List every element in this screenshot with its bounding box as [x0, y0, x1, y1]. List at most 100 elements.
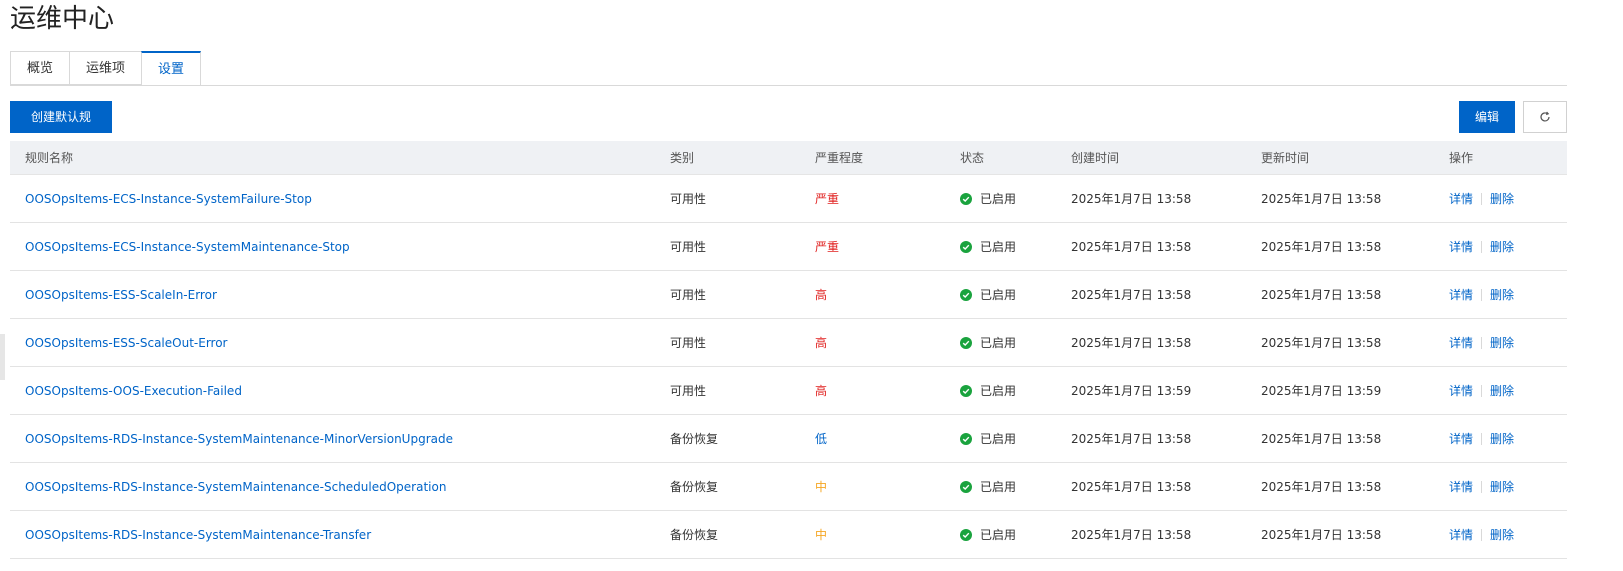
category-cell: 可用性	[670, 288, 707, 302]
severity-cell: 严重	[815, 192, 840, 206]
actions-cell: 详情 删除	[1434, 286, 1567, 303]
actions-cell: 详情 删除	[1434, 526, 1567, 543]
check-circle-icon	[960, 480, 972, 493]
delete-link[interactable]: 删除	[1490, 478, 1514, 495]
status-cell: 已启用	[945, 430, 1056, 447]
refresh-button[interactable]	[1523, 101, 1567, 133]
action-separator	[1481, 336, 1483, 349]
updated-time-cell: 2025年1月7日 13:58	[1261, 192, 1382, 206]
rules-table: 规则名称 类别 严重程度 状态 创建时间 更新时间 操作 OOSOpsItems…	[10, 141, 1567, 559]
status-cell: 已启用	[945, 478, 1056, 495]
table-row: OOSOpsItems-ESS-ScaleIn-Error 可用性 高 已启用 …	[10, 271, 1567, 319]
action-separator	[1481, 288, 1483, 301]
table-row: OOSOpsItems-RDS-Instance-SystemMaintenan…	[10, 415, 1567, 463]
check-circle-icon	[960, 384, 972, 397]
tab-ops-items[interactable]: 运维项	[69, 51, 142, 85]
created-time-cell: 2025年1月7日 13:58	[1071, 480, 1192, 494]
check-circle-icon	[960, 288, 972, 301]
updated-time-cell: 2025年1月7日 13:58	[1261, 528, 1382, 542]
status-text: 已启用	[980, 432, 1017, 446]
table-header: 规则名称 类别 严重程度 状态 创建时间 更新时间 操作	[10, 141, 1567, 175]
status-text: 已启用	[980, 240, 1017, 254]
side-collapse-handle[interactable]	[0, 334, 5, 380]
actions-cell: 详情 删除	[1434, 190, 1567, 207]
table-row: OOSOpsItems-ECS-Instance-SystemMaintenan…	[10, 223, 1567, 271]
actions-cell: 详情 删除	[1434, 430, 1567, 447]
details-link[interactable]: 详情	[1449, 334, 1473, 351]
status-text: 已启用	[980, 480, 1017, 494]
table-body: OOSOpsItems-ECS-Instance-SystemFailure-S…	[10, 175, 1567, 559]
severity-cell: 高	[815, 336, 828, 350]
delete-link[interactable]: 删除	[1490, 190, 1514, 207]
details-link[interactable]: 详情	[1449, 286, 1473, 303]
delete-link[interactable]: 删除	[1490, 286, 1514, 303]
details-link[interactable]: 详情	[1449, 190, 1473, 207]
details-link[interactable]: 详情	[1449, 382, 1473, 399]
details-link[interactable]: 详情	[1449, 526, 1473, 543]
updated-time-cell: 2025年1月7日 13:58	[1261, 336, 1382, 350]
rule-name-link[interactable]: OOSOpsItems-RDS-Instance-SystemMaintenan…	[10, 480, 655, 494]
action-separator	[1481, 480, 1483, 493]
header-created-time: 创建时间	[1071, 151, 1120, 165]
updated-time-cell: 2025年1月7日 13:59	[1261, 384, 1382, 398]
created-time-cell: 2025年1月7日 13:58	[1071, 336, 1192, 350]
check-circle-icon	[960, 528, 972, 541]
page-title: 运维中心	[10, 4, 115, 34]
check-circle-icon	[960, 336, 972, 349]
tab-settings[interactable]: 设置	[141, 51, 202, 86]
status-text: 已启用	[980, 192, 1017, 206]
action-separator	[1481, 240, 1483, 253]
severity-cell: 严重	[815, 240, 840, 254]
rule-name-link[interactable]: OOSOpsItems-ECS-Instance-SystemMaintenan…	[10, 240, 655, 254]
status-cell: 已启用	[945, 526, 1056, 543]
status-cell: 已启用	[945, 286, 1056, 303]
edit-button[interactable]: 编辑	[1459, 101, 1515, 133]
details-link[interactable]: 详情	[1449, 238, 1473, 255]
status-cell: 已启用	[945, 382, 1056, 399]
category-cell: 备份恢复	[670, 480, 719, 494]
updated-time-cell: 2025年1月7日 13:58	[1261, 240, 1382, 254]
delete-link[interactable]: 删除	[1490, 526, 1514, 543]
action-separator	[1481, 192, 1483, 205]
table-row: OOSOpsItems-RDS-Instance-SystemMaintenan…	[10, 511, 1567, 559]
severity-cell: 高	[815, 384, 828, 398]
rule-name-link[interactable]: OOSOpsItems-RDS-Instance-SystemMaintenan…	[10, 432, 655, 446]
table-row: OOSOpsItems-ECS-Instance-SystemFailure-S…	[10, 175, 1567, 223]
check-circle-icon	[960, 240, 972, 253]
delete-link[interactable]: 删除	[1490, 430, 1514, 447]
table-row: OOSOpsItems-RDS-Instance-SystemMaintenan…	[10, 463, 1567, 511]
details-link[interactable]: 详情	[1449, 478, 1473, 495]
details-link[interactable]: 详情	[1449, 430, 1473, 447]
status-text: 已启用	[980, 384, 1017, 398]
category-cell: 可用性	[670, 384, 707, 398]
create-default-rule-button[interactable]: 创建默认规则	[10, 101, 112, 156]
category-cell: 可用性	[670, 192, 707, 206]
category-cell: 可用性	[670, 240, 707, 254]
rule-name-link[interactable]: OOSOpsItems-ESS-ScaleOut-Error	[10, 336, 655, 350]
category-cell: 可用性	[670, 336, 707, 350]
status-cell: 已启用	[945, 190, 1056, 207]
actions-cell: 详情 删除	[1434, 334, 1567, 351]
created-time-cell: 2025年1月7日 13:58	[1071, 432, 1192, 446]
rule-name-link[interactable]: OOSOpsItems-RDS-Instance-SystemMaintenan…	[10, 528, 655, 542]
severity-cell: 高	[815, 288, 828, 302]
rule-name-link[interactable]: OOSOpsItems-ESS-ScaleIn-Error	[10, 288, 655, 302]
actions-cell: 详情 删除	[1434, 478, 1567, 495]
severity-cell: 低	[815, 432, 828, 446]
actions-cell: 详情 删除	[1434, 382, 1567, 399]
updated-time-cell: 2025年1月7日 13:58	[1261, 288, 1382, 302]
delete-link[interactable]: 删除	[1490, 382, 1514, 399]
table-row: OOSOpsItems-OOS-Execution-Failed 可用性 高 已…	[10, 367, 1567, 415]
delete-link[interactable]: 删除	[1490, 238, 1514, 255]
header-status: 状态	[960, 151, 985, 165]
rule-name-link[interactable]: OOSOpsItems-OOS-Execution-Failed	[10, 384, 655, 398]
tab-overview[interactable]: 概览	[10, 51, 70, 85]
tab-bar: 概览 运维项 设置	[10, 51, 202, 86]
action-separator	[1481, 432, 1483, 445]
check-circle-icon	[960, 432, 972, 445]
header-actions: 操作	[1449, 151, 1474, 165]
status-text: 已启用	[980, 336, 1017, 350]
rule-name-link[interactable]: OOSOpsItems-ECS-Instance-SystemFailure-S…	[10, 192, 655, 206]
status-text: 已启用	[980, 288, 1017, 302]
delete-link[interactable]: 删除	[1490, 334, 1514, 351]
